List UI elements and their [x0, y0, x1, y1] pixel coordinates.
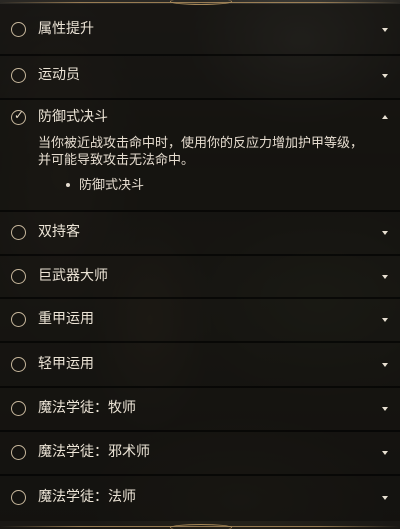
row-divider — [0, 297, 400, 299]
caret-down-icon[interactable] — [382, 363, 388, 367]
radio-circle-icon[interactable] — [11, 68, 26, 83]
feat-row[interactable]: 巨武器大师 — [0, 256, 400, 297]
feat-label: 属性提升 — [38, 21, 94, 37]
row-divider — [0, 386, 400, 388]
feat-row[interactable]: 魔法学徒：邪术师 — [0, 432, 400, 474]
radio-circle-icon[interactable] — [11, 445, 26, 460]
feat-row[interactable]: 双持客 — [0, 212, 400, 254]
radio-circle-icon[interactable]: ✓ — [11, 108, 26, 125]
feat-row[interactable]: 属性提升 — [0, 4, 400, 54]
radio-circle-icon[interactable] — [11, 22, 26, 37]
feat-bullet: 防御式决斗 — [66, 177, 144, 194]
caret-down-icon[interactable] — [382, 28, 388, 32]
caret-down-icon[interactable] — [382, 318, 388, 322]
radio-circle-icon[interactable] — [11, 357, 26, 372]
feat-label: 魔法学徒：牧师 — [38, 400, 136, 416]
panel-bottom-border — [0, 521, 400, 529]
feat-row[interactable]: 运动员 — [0, 56, 400, 98]
row-divider — [0, 210, 400, 212]
radio-circle-icon[interactable] — [11, 312, 26, 327]
feat-label: 轻甲运用 — [38, 356, 94, 372]
radio-circle-icon[interactable] — [11, 490, 26, 505]
caret-down-icon[interactable] — [382, 74, 388, 78]
caret-down-icon[interactable] — [382, 496, 388, 500]
feat-list: 属性提升 运动员 ✓ 防御式决斗 当你被近战攻击命中时，使用你的反应力增加护甲等… — [0, 0, 400, 529]
feat-row[interactable]: 魔法学徒：牧师 — [0, 388, 400, 430]
caret-up-icon[interactable] — [382, 115, 388, 119]
feat-label: 运动员 — [38, 67, 80, 83]
panel-top-border — [0, 0, 400, 8]
radio-circle-icon[interactable] — [11, 269, 26, 284]
row-divider — [0, 341, 400, 343]
feat-label: 双持客 — [38, 224, 80, 240]
radio-circle-icon[interactable] — [11, 225, 26, 240]
feat-description: 当你被近战攻击命中时，使用你的反应力增加护甲等级，并可能导致攻击无法命中。 — [38, 136, 364, 168]
row-divider — [0, 254, 400, 256]
feat-row[interactable]: 魔法学徒：法师 — [0, 476, 400, 521]
feat-label: 魔法学徒：邪术师 — [38, 444, 150, 460]
row-divider — [0, 430, 400, 432]
border-ornament — [170, 524, 232, 529]
radio-circle-icon[interactable] — [11, 401, 26, 416]
border-ornament — [170, 0, 232, 5]
caret-down-icon[interactable] — [382, 407, 388, 411]
checkmark-icon: ✓ — [14, 108, 25, 122]
feat-label: 防御式决斗 — [38, 109, 108, 125]
feat-row[interactable]: 轻甲运用 — [0, 343, 400, 386]
row-divider — [0, 54, 400, 56]
caret-down-icon[interactable] — [382, 451, 388, 455]
feat-bullet-text: 防御式决斗 — [79, 178, 145, 193]
row-divider — [0, 98, 400, 100]
bullet-icon — [66, 182, 70, 187]
row-divider — [0, 474, 400, 476]
feat-label: 魔法学徒：法师 — [38, 489, 136, 505]
feat-row-expanded[interactable]: ✓ 防御式决斗 当你被近战攻击命中时，使用你的反应力增加护甲等级，并可能导致攻击… — [0, 100, 400, 210]
feat-row[interactable]: 重甲运用 — [0, 299, 400, 341]
caret-down-icon[interactable] — [382, 231, 388, 235]
feat-label: 巨武器大师 — [38, 268, 108, 284]
feat-label: 重甲运用 — [38, 311, 94, 327]
caret-down-icon[interactable] — [382, 275, 388, 279]
